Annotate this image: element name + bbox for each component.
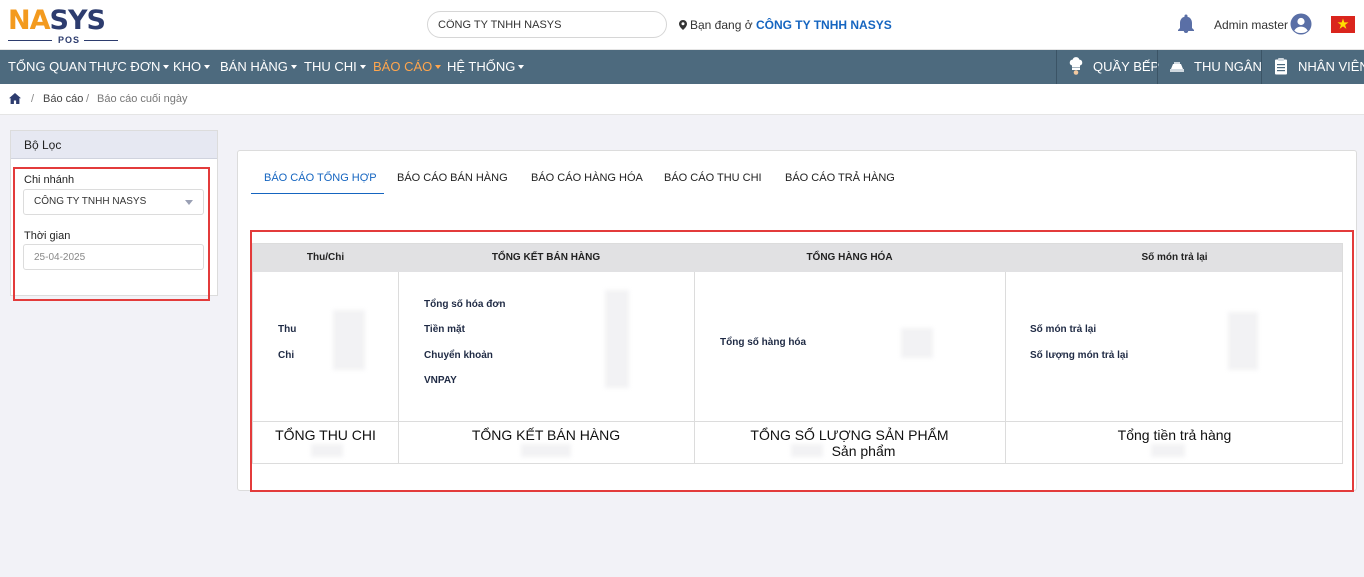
branch-select[interactable]: CÔNG TY TNHH NASYS: [23, 189, 204, 215]
label-tong-so-hang-hoa: Tổng số hàng hóa: [720, 337, 807, 348]
chevron-down-icon: [204, 65, 211, 69]
nav-kho[interactable]: KHO: [173, 50, 211, 84]
total-hang-hoa-unit: Sản phẩm: [831, 443, 896, 459]
total-hang-hoa: TỔNG SỐ LƯỢNG SẢN PHẨM Sản phẩm: [694, 427, 1005, 459]
hidden-value: [333, 310, 365, 370]
nav-thu-chi[interactable]: THU CHI: [304, 50, 366, 84]
chevron-down-icon: [359, 65, 366, 69]
date-input[interactable]: [23, 244, 204, 270]
label-thu: Thu: [278, 324, 297, 335]
dropdown-arrow-icon: [185, 200, 193, 205]
chef-icon: [1069, 57, 1083, 75]
summary-report-table: Thu/Chi TỔNG KẾT BÁN HÀNG TỔNG HÀNG HÓA …: [252, 243, 1343, 464]
home-icon[interactable]: [9, 93, 21, 104]
cashier-icon: [1170, 62, 1184, 72]
column-header-so-mon-tra-lai: Số món trả lại: [1141, 252, 1208, 263]
user-avatar-icon[interactable]: [1290, 13, 1312, 35]
time-label: Thời gian: [24, 230, 71, 242]
flag-star-icon: [1337, 18, 1349, 29]
tab-bao-cao-hang-hoa[interactable]: BÁO CÁO HÀNG HÓA: [531, 172, 643, 194]
breadcrumb-current: Báo cáo cuối ngày: [97, 93, 188, 105]
nasys-logo[interactable]: NASYS POS: [8, 5, 123, 45]
staff-clipboard-icon: [1275, 58, 1287, 75]
label-tien-mat: Tiền mặt: [424, 324, 465, 335]
chevron-down-icon: [518, 65, 525, 69]
total-tra-hang-label: Tổng tiền trả hàng: [1117, 427, 1232, 443]
logo-text: NASYS: [8, 5, 106, 36]
table-header: Thu/Chi TỔNG KẾT BÁN HÀNG TỔNG HÀNG HÓA …: [253, 244, 1342, 272]
branch-select-value: CÔNG TY TNHH NASYS: [34, 196, 147, 207]
label-chi: Chi: [278, 350, 295, 361]
label-tong-so-hoa-don: Tổng số hóa đơn: [424, 299, 506, 310]
total-hang-hoa-label: TỔNG SỐ LƯỢNG SẢN PHẨM: [750, 427, 949, 443]
nav-quay-bep[interactable]: QUẦY BẾP: [1056, 50, 1159, 84]
logo-rule-left: [8, 40, 52, 41]
breadcrumb: / Báo cáo / Báo cáo cuối ngày: [0, 84, 1364, 115]
location-company: CÔNG TY TNHH NASYS: [755, 18, 892, 32]
logo-rule-right: [84, 40, 118, 41]
breadcrumb-separator: /: [86, 93, 90, 105]
totals-divider: [253, 421, 1342, 422]
hidden-value: [791, 444, 823, 457]
hidden-value: [605, 290, 629, 388]
total-thu-chi-label: TỔNG THU CHI: [275, 427, 376, 443]
map-pin-icon: [679, 20, 687, 30]
nav-thu-ngan[interactable]: THU NGÂN: [1157, 50, 1262, 84]
column-header-tong-ket-ban-hang: TỔNG KẾT BÁN HÀNG: [491, 252, 601, 263]
nav-bao-cao[interactable]: BÁO CÁO: [373, 50, 442, 84]
current-location: Bạn đang ở CÔNG TY TNHH NASYS: [679, 18, 892, 32]
total-ban-hang-label: TỔNG KẾT BÁN HÀNG: [471, 427, 621, 443]
hidden-value: [311, 444, 343, 457]
total-tra-hang: Tổng tiền trả hàng: [1005, 427, 1344, 443]
hidden-value: [901, 328, 933, 358]
label-so-luong-mon-tra-lai: Số lượng món trả lại: [1030, 350, 1129, 361]
main-nav: TỔNG QUAN THỰC ĐƠN KHO BÁN HÀNG THU CHI …: [0, 50, 1364, 84]
tab-bao-cao-ban-hang[interactable]: BÁO CÁO BÁN HÀNG: [397, 172, 508, 194]
nav-he-thong[interactable]: HỆ THỐNG: [447, 50, 525, 84]
hidden-value: [521, 444, 571, 457]
tab-bao-cao-tong-hop[interactable]: BÁO CÁO TỔNG HỢP: [251, 172, 384, 194]
breadcrumb-separator: /: [31, 93, 35, 105]
location-prefix: Bạn đang ở: [690, 18, 753, 32]
hidden-value: [1228, 312, 1258, 370]
chevron-down-icon: [290, 65, 297, 69]
logo-subtitle: POS: [58, 35, 81, 45]
tab-bao-cao-tra-hang[interactable]: BÁO CÁO TRẢ HÀNG: [785, 172, 895, 194]
admin-name[interactable]: Admin master: [1214, 18, 1288, 32]
label-so-mon-tra-lai: Số món trả lại: [1030, 324, 1097, 335]
filter-title: Bộ Lọc: [11, 131, 217, 159]
company-search-input[interactable]: [427, 11, 667, 38]
total-ban-hang: TỔNG KẾT BÁN HÀNG: [398, 427, 694, 443]
tab-bao-cao-thu-chi[interactable]: BÁO CÁO THU CHI: [664, 172, 762, 194]
label-vnpay: VNPAY: [424, 375, 457, 386]
vietnam-flag-icon[interactable]: [1331, 16, 1355, 33]
total-thu-chi: TỔNG THU CHI: [253, 427, 398, 443]
nav-nhan-vien[interactable]: NHÂN VIÊN: [1261, 50, 1364, 84]
nav-ban-hang[interactable]: BÁN HÀNG: [220, 50, 297, 84]
filter-panel: Bộ Lọc Chi nhánh CÔNG TY TNHH NASYS Thời…: [10, 130, 218, 296]
column-header-tong-hang-hoa: TỔNG HÀNG HÓA: [806, 252, 893, 263]
bell-icon[interactable]: [1176, 14, 1196, 34]
column-header-thu-chi: Thu/Chi: [306, 252, 345, 263]
chevron-down-icon: [163, 65, 170, 69]
nav-tong-quan[interactable]: TỔNG QUAN: [8, 50, 87, 84]
label-chuyen-khoan: Chuyển khoản: [424, 350, 493, 361]
chevron-down-icon: [435, 65, 442, 69]
branch-label: Chi nhánh: [24, 174, 75, 186]
breadcrumb-bao-cao[interactable]: Báo cáo: [43, 93, 83, 105]
top-header: NASYS POS Bạn đang ở CÔNG TY TNHH NASYS …: [0, 0, 1364, 50]
nav-thuc-don[interactable]: THỰC ĐƠN: [89, 50, 170, 84]
hidden-value: [1151, 444, 1185, 457]
